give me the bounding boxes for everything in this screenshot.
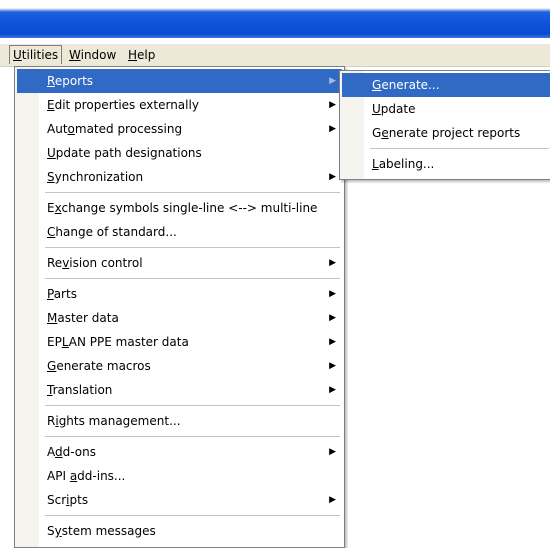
menu-item-label: abeling... (378, 157, 435, 171)
menu-item-eplan-ppe-master-data[interactable]: EPLAN PPE master data ▶ (17, 330, 342, 354)
menu-item-label: G (47, 359, 57, 373)
menu-item-reports[interactable]: Reports ▶ (17, 69, 342, 93)
menu-item-label: R (47, 74, 55, 88)
chevron-right-icon: ▶ (329, 100, 336, 110)
menu-item-label: G (372, 126, 382, 140)
menu-item-label: Re (47, 256, 63, 270)
chevron-right-icon: ▶ (329, 313, 336, 323)
menu-separator (370, 148, 549, 149)
menu-item-label: y (54, 524, 62, 538)
menu-item-label: dit properties externally (54, 98, 199, 112)
menu-item-label: aster data (57, 311, 119, 325)
menu-item-label: S (47, 170, 55, 184)
menu-item-label: ynchronization (54, 170, 144, 184)
menu-item-label: nerate project reports (388, 126, 521, 140)
menu-item-label: o (67, 122, 75, 136)
menu-item-label: enerate... (381, 78, 440, 92)
menu-item-label: A (47, 445, 55, 459)
chevron-right-icon: ▶ (329, 447, 336, 457)
menu-item-revision-control[interactable]: Revision control ▶ (17, 251, 342, 275)
menu-item-label: d (55, 445, 63, 459)
menu-item-label: L (61, 335, 69, 349)
menu-item-master-data[interactable]: Master data ▶ (17, 306, 342, 330)
menu-item-label: E (47, 201, 55, 215)
menu-item-edit-properties-externally[interactable]: Edit properties externally ▶ (17, 93, 342, 117)
menu-item-label: pdate (380, 102, 416, 116)
menu-window[interactable]: Window (66, 46, 119, 64)
menu-bar: Utilities Window Help (0, 44, 550, 67)
menu-separator (45, 405, 340, 406)
menu-item-label: eports (54, 74, 94, 88)
menu-item-label: U (372, 102, 381, 116)
menu-item-label: enerate macros (56, 359, 151, 373)
menu-separator (45, 515, 340, 516)
menu-item-label: API (47, 469, 70, 483)
menu-item-label: Aut (47, 122, 68, 136)
menu-item-exchange-symbols-single-line-multi-line[interactable]: Exchange symbols single-line <--> multi-… (17, 196, 342, 220)
menu-item-api-add-ins[interactable]: API add-ins... (17, 464, 342, 488)
menu-item-label: ranslation (52, 383, 113, 397)
menu-item-label: U (47, 146, 56, 160)
menu-item-synchronization[interactable]: Synchronization ▶ (17, 165, 342, 189)
menu-item-label: Scr (47, 493, 67, 507)
menu-item-label: change symbols single-line <--> multi-li… (61, 201, 318, 215)
utilities-dropdown-menu: Reports ▶ Edit properties externally ▶ Autom… (14, 66, 345, 548)
chevron-right-icon: ▶ (329, 289, 336, 299)
menu-item-label: AN PPE master data (68, 335, 189, 349)
menu-item-label: P (47, 287, 54, 301)
menu-item-system-messages[interactable]: System messages (17, 519, 342, 543)
menu-item-rights-management[interactable]: Rights management... (17, 409, 342, 433)
menu-item-label: G (372, 78, 382, 92)
menu-item-add-ons[interactable]: Add-ons ▶ (17, 440, 342, 464)
chevron-right-icon: ▶ (329, 385, 336, 395)
window-titlebar (0, 0, 550, 38)
menu-help[interactable]: Help (125, 46, 158, 64)
menu-item-translation[interactable]: Translation ▶ (17, 378, 342, 402)
chevron-right-icon: ▶ (329, 258, 336, 268)
menu-item-generate-macros[interactable]: Generate macros ▶ (17, 354, 342, 378)
menu-item-change-of-standard[interactable]: Change of standard... (17, 220, 342, 244)
chevron-right-icon: ▶ (329, 495, 336, 505)
menu-item-parts[interactable]: Parts ▶ (17, 282, 342, 306)
menu-item-label: arts (53, 287, 77, 301)
menu-item-labeling[interactable]: Labeling... (342, 152, 550, 176)
menu-item-label: dd-ins... (77, 469, 126, 483)
menu-item-label: hange of standard... (55, 225, 177, 239)
menu-item-generate[interactable]: Generate... (342, 73, 550, 97)
menu-utilities[interactable]: Utilities (9, 45, 63, 64)
menu-separator (45, 247, 340, 248)
menu-item-update[interactable]: Update (342, 97, 550, 121)
reports-submenu: Generate... Update Generate project report… (339, 70, 550, 180)
menu-separator (45, 278, 340, 279)
chevron-right-icon: ▶ (329, 337, 336, 347)
chevron-right-icon: ▶ (329, 172, 336, 182)
menu-item-label: e (381, 126, 389, 140)
menu-item-update-path-designations[interactable]: Update path designations (17, 141, 342, 165)
menu-item-label: EP (47, 335, 62, 349)
menu-item-label: ghts management... (58, 414, 181, 428)
menu-item-label: d-ons (62, 445, 96, 459)
menu-item-label: pts (69, 493, 89, 507)
menu-item-label: ision control (69, 256, 143, 270)
menu-item-label: mated processing (74, 122, 183, 136)
menu-item-label: pdate path designations (55, 146, 202, 160)
menu-separator (45, 192, 340, 193)
menu-item-label: M (47, 311, 58, 325)
menu-item-scripts[interactable]: Scripts ▶ (17, 488, 342, 512)
chevron-right-icon: ▶ (329, 76, 336, 86)
chevron-right-icon: ▶ (329, 361, 336, 371)
menu-item-automated-processing[interactable]: Automated processing ▶ (17, 117, 342, 141)
menu-item-label: stem messages (61, 524, 156, 538)
menu-item-label: E (47, 98, 55, 112)
menu-item-label: L (372, 157, 379, 171)
menu-item-label: S (47, 524, 55, 538)
chevron-right-icon: ▶ (329, 124, 336, 134)
menu-item-generate-project-reports[interactable]: Generate project reports (342, 121, 550, 145)
menu-separator (45, 436, 340, 437)
